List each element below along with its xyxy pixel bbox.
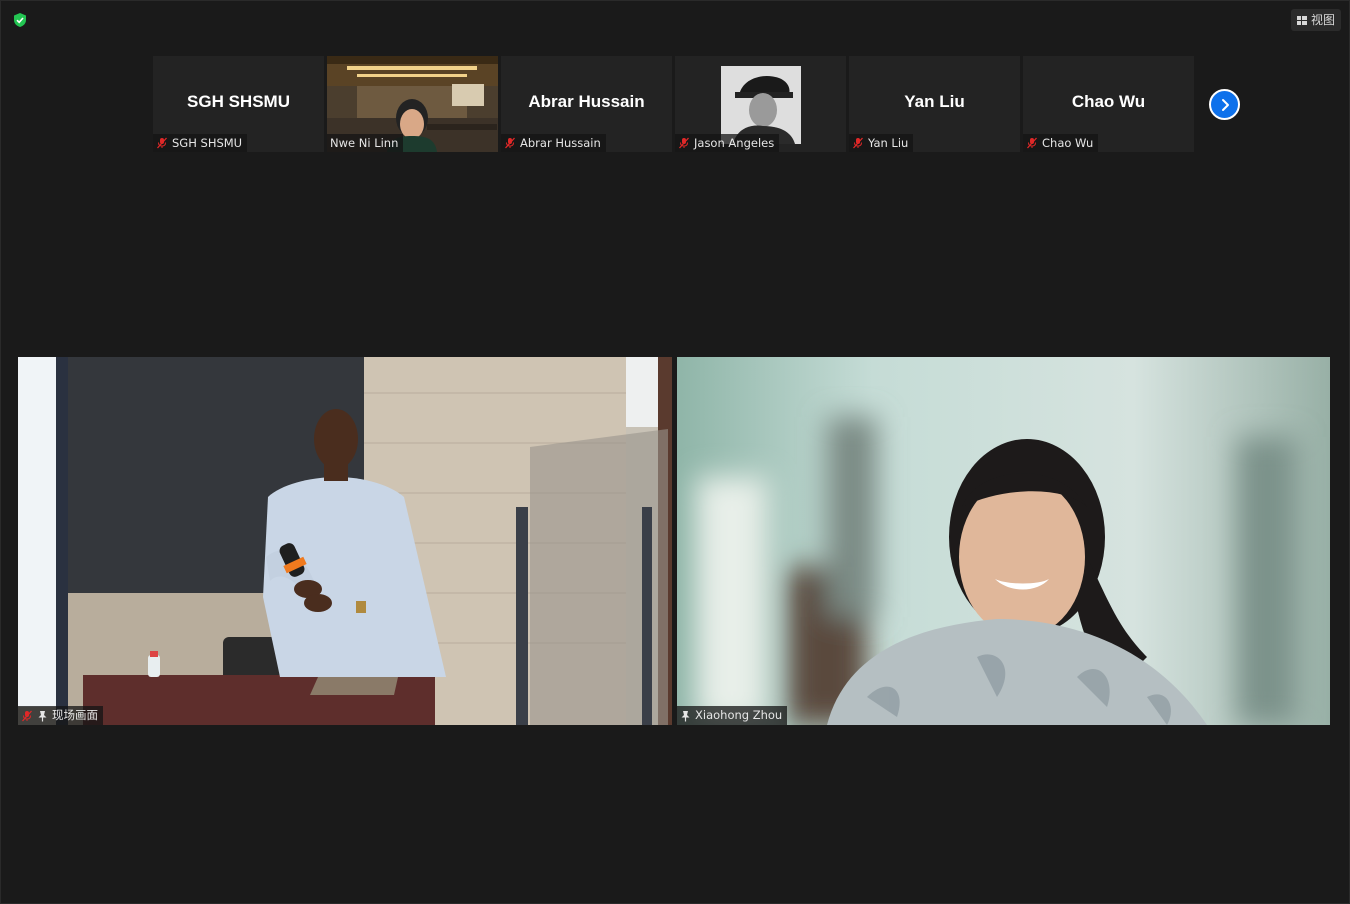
encryption-shield-icon[interactable]	[12, 12, 28, 28]
participant-strip: SGH SHSMU SGH SHSMU Nwe Ni Linn Abrar Hu…	[153, 56, 1194, 152]
mic-muted-icon	[505, 137, 515, 149]
mic-muted-icon	[853, 137, 863, 149]
participant-tile[interactable]: Nwe Ni Linn	[327, 56, 498, 152]
speaker-video	[18, 357, 672, 725]
participant-avatar	[721, 66, 801, 144]
participant-label: Yan Liu	[849, 134, 914, 152]
meeting-window: 视图 SGH SHSMU SGH SHSMU Nwe Ni Linn Abrar…	[0, 0, 1350, 904]
participant-label: Jason Angeles	[675, 134, 780, 152]
participant-label: Chao Wu	[1023, 134, 1099, 152]
pin-icon	[38, 710, 47, 721]
participant-name: SGH SHSMU	[172, 136, 243, 150]
participant-label: Abrar Hussain	[501, 134, 606, 152]
participant-name: Xiaohong Zhou	[695, 708, 783, 722]
participant-display-name: Yan Liu	[904, 92, 965, 111]
participant-name: Nwe Ni Linn	[330, 136, 399, 150]
participant-label: Xiaohong Zhou	[677, 706, 788, 725]
chevron-right-icon	[1221, 98, 1229, 111]
pin-icon	[681, 710, 690, 721]
participant-name: Jason Angeles	[694, 136, 775, 150]
participant-tile[interactable]: Yan Liu Yan Liu	[849, 56, 1020, 152]
mic-muted-icon	[1027, 137, 1037, 149]
participant-tile[interactable]: Abrar Hussain Abrar Hussain	[501, 56, 672, 152]
participant-display-name: SGH SHSMU	[187, 92, 290, 111]
participant-label: Nwe Ni Linn	[327, 134, 404, 152]
mic-muted-icon	[157, 137, 167, 149]
participant-label: SGH SHSMU	[153, 134, 248, 152]
main-video-right[interactable]: Xiaohong Zhou	[677, 357, 1330, 725]
participant-name: Abrar Hussain	[520, 136, 601, 150]
participant-tile[interactable]: Jason Angeles	[675, 56, 846, 152]
participant-label: 现场画面	[18, 706, 103, 725]
speaker-video	[677, 357, 1330, 725]
mic-muted-icon	[22, 710, 32, 721]
view-button[interactable]: 视图	[1290, 9, 1341, 31]
next-page-button[interactable]	[1209, 89, 1240, 120]
participant-name: Yan Liu	[868, 136, 909, 150]
mic-muted-icon	[679, 137, 689, 149]
participant-tile[interactable]: SGH SHSMU SGH SHSMU	[153, 56, 324, 152]
participant-name: Chao Wu	[1042, 136, 1094, 150]
participant-tile[interactable]: Chao Wu Chao Wu	[1023, 56, 1194, 152]
participant-name: 现场画面	[52, 708, 98, 722]
grid-view-icon	[1296, 15, 1307, 25]
main-video-left[interactable]: 现场画面	[18, 357, 672, 725]
participant-display-name: Chao Wu	[1071, 92, 1146, 111]
view-button-label: 视图	[1310, 13, 1335, 27]
participant-display-name: Abrar Hussain	[528, 92, 645, 111]
